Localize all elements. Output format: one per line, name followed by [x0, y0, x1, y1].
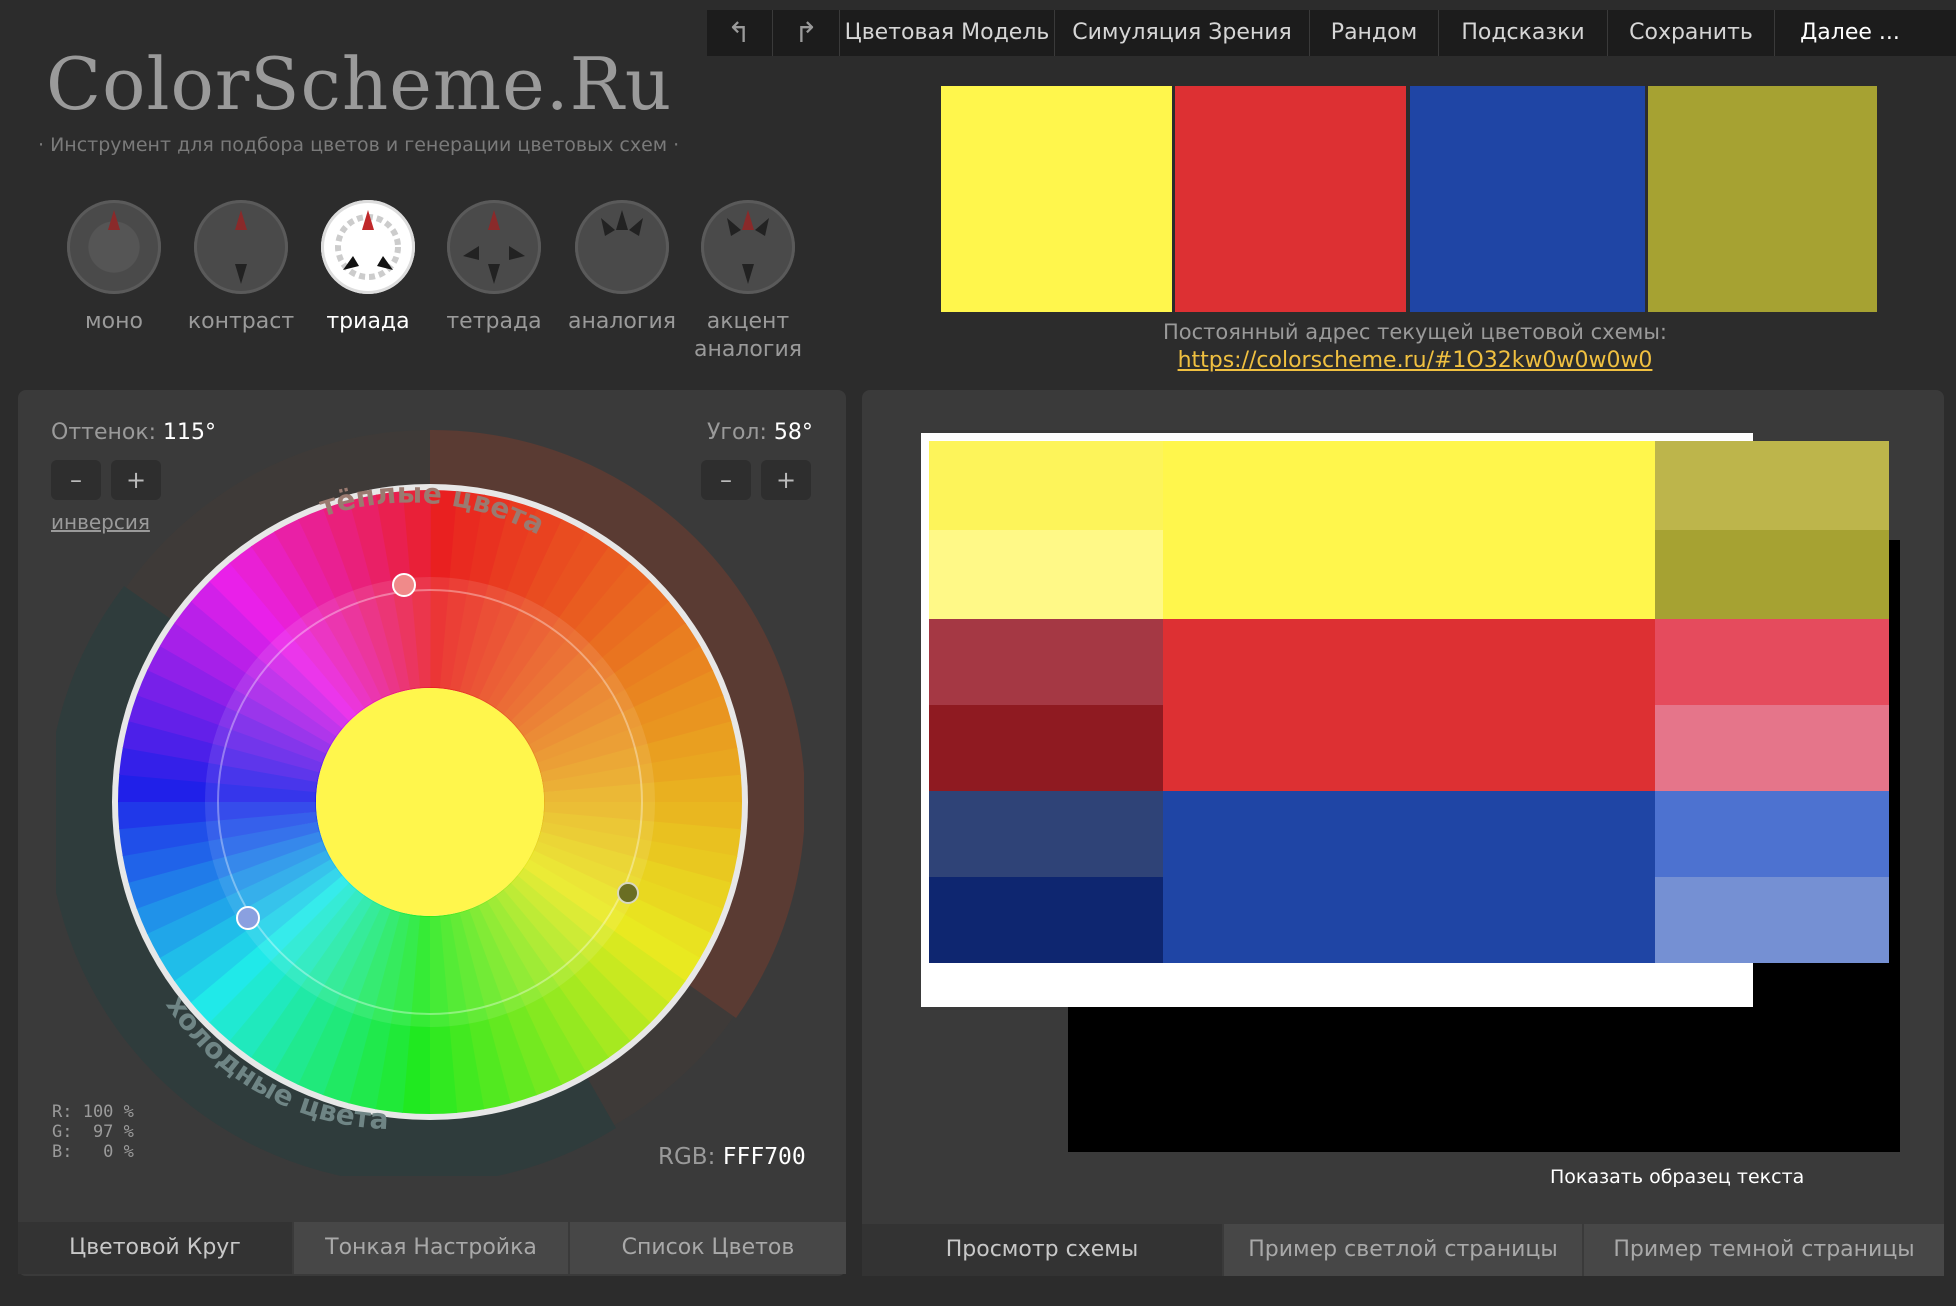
scheme-type-label: триада	[326, 309, 410, 334]
scheme-type-accent-analogy[interactable]: акцент аналогия	[688, 200, 808, 364]
preview-tint-cell[interactable]	[1655, 619, 1889, 705]
blue-handle[interactable]	[236, 906, 260, 930]
preview-tint-cell[interactable]	[1655, 530, 1889, 619]
scheme-type-label: аналогия	[568, 309, 676, 334]
tab-color-wheel[interactable]: Цветовой Круг	[18, 1222, 292, 1274]
selected-color-center	[316, 688, 544, 916]
accent-analogy-wheel-icon	[701, 200, 795, 294]
preview-tint-cell[interactable]	[1655, 791, 1889, 877]
scheme-type-label: контраст	[187, 309, 295, 334]
menu-save[interactable]: Сохранить	[1607, 10, 1774, 56]
tab-dark-page-example[interactable]: Пример темной страницы	[1584, 1224, 1944, 1276]
permalink-label: Постоянный адрес текущей цветовой схемы:	[1162, 320, 1668, 344]
preview-shade-cell[interactable]	[929, 877, 1163, 963]
mono-wheel-icon	[67, 200, 161, 294]
tab-scheme-preview[interactable]: Просмотр схемы	[862, 1224, 1222, 1276]
contrast-wheel-icon	[194, 200, 288, 294]
menu-hints[interactable]: Подсказки	[1438, 10, 1607, 56]
tab-fine-tuning[interactable]: Тонкая Настройка	[294, 1222, 568, 1274]
menu-vision-simulation[interactable]: Симуляция Зрения	[1054, 10, 1309, 56]
analogy-wheel-icon	[575, 200, 669, 294]
scheme-type-analogy[interactable]: аналогия	[562, 200, 682, 336]
undo-icon[interactable]: ↰	[707, 10, 771, 56]
preview-shade-cell[interactable]	[929, 441, 1163, 530]
rgb-g-percent: G: 97 %	[52, 1122, 134, 1142]
preview-main-cell[interactable]	[1163, 791, 1655, 963]
tetrad-wheel-icon	[447, 200, 541, 294]
logo: ColorScheme.Ru	[46, 42, 673, 126]
preview-tint-cell[interactable]	[1655, 877, 1889, 963]
menu-next[interactable]: Далее ...	[1774, 10, 1925, 56]
top-toolbar: ↰ ↱ Цветовая Модель Симуляция Зрения Ран…	[707, 10, 1956, 56]
preview-shade-cell[interactable]	[929, 530, 1163, 619]
rgb-value: FFF700	[722, 1144, 806, 1170]
color-wheel[interactable]: тёплые цвета холодные цвета	[56, 428, 804, 1176]
preview-shade-cell[interactable]	[929, 791, 1163, 877]
show-sample-text-button[interactable]: Показать образец текста	[1550, 1166, 1804, 1188]
rgb-r-percent: R: 100 %	[52, 1102, 134, 1122]
preview-shade-cell[interactable]	[929, 619, 1163, 705]
preview-main-cell[interactable]	[1163, 619, 1655, 791]
scheme-type-label: моно	[85, 309, 143, 334]
scheme-swatch[interactable]	[1648, 86, 1877, 312]
olive-handle[interactable]	[617, 882, 639, 904]
triad-wheel-icon	[321, 200, 415, 294]
menu-color-model[interactable]: Цветовая Модель	[839, 10, 1054, 56]
scheme-swatch[interactable]	[941, 86, 1172, 312]
scheme-type-mono[interactable]: моно	[54, 200, 174, 336]
rgb-b-percent: B: 0 %	[52, 1142, 134, 1162]
preview-tint-cell[interactable]	[1655, 441, 1889, 530]
tab-light-page-example[interactable]: Пример светлой страницы	[1224, 1224, 1582, 1276]
preview-main-cell[interactable]	[1163, 441, 1655, 619]
scheme-type-contrast[interactable]: контраст	[181, 200, 301, 336]
scheme-type-triad[interactable]: триада	[308, 200, 428, 336]
menu-random[interactable]: Рандом	[1309, 10, 1438, 56]
scheme-type-label: тетрада	[446, 309, 542, 334]
preview-shade-cell[interactable]	[929, 705, 1163, 791]
permalink-url[interactable]: https://colorscheme.ru/#1O32kw0w0w0w0	[1000, 348, 1830, 373]
red-handle[interactable]	[392, 573, 416, 597]
scheme-type-label: акцент аналогия	[694, 309, 802, 362]
scheme-swatch[interactable]	[1175, 86, 1406, 312]
scheme-swatch[interactable]	[1410, 86, 1645, 312]
tagline: · Инструмент для подбора цветов и генера…	[38, 134, 680, 156]
tab-color-list[interactable]: Список Цветов	[570, 1222, 846, 1274]
rgb-label: RGB:	[658, 1144, 716, 1170]
rgb-hex-readout: RGB: FFF700	[658, 1144, 806, 1170]
redo-icon[interactable]: ↱	[772, 10, 839, 56]
preview-tint-cell[interactable]	[1655, 705, 1889, 791]
scheme-type-tetrad[interactable]: тетрада	[434, 200, 554, 336]
